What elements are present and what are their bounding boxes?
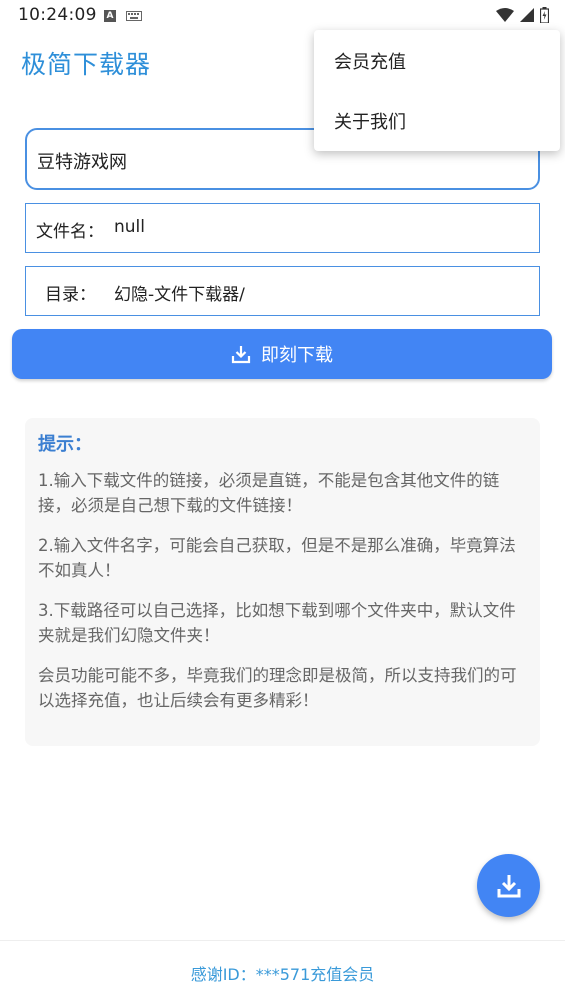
a-notification-icon: A (104, 10, 116, 22)
tips-title: 提示： (38, 434, 92, 455)
download-icon (497, 874, 520, 897)
battery-icon (540, 7, 549, 23)
tip-paragraph: 3.下载路径可以自己选择，比如想下载到哪个文件夹中，默认文件夹就是我们幻隐文件夹… (38, 601, 516, 645)
status-bar: 10:24:09 A (0, 0, 565, 32)
menu-item-about-us[interactable]: 关于我们 (334, 108, 406, 134)
footer-thanks-text: 感谢ID：***571充值会员 (190, 964, 375, 984)
tips-card: 提示： 1.输入下载文件的链接，必须是直链，不能是包含其他文件的链接，必须是自己… (25, 418, 540, 746)
wifi-icon (496, 8, 514, 22)
fab-download-button[interactable] (477, 854, 540, 917)
tip-paragraph: 会员功能可能不多，毕竟我们的理念即是极简，所以支持我们的可以选择充值，也让后续会… (38, 666, 517, 710)
overflow-menu: 会员充值 关于我们 (314, 30, 560, 151)
download-button[interactable]: 即刻下载 (12, 329, 552, 379)
download-button-label: 即刻下载 (261, 345, 333, 366)
tip-paragraph: 1.输入下载文件的链接，必须是直链，不能是包含其他文件的链接，必须是自己想下载的… (38, 471, 500, 515)
footer-bar: 感谢ID：***571充值会员 (0, 940, 565, 1004)
filename-field[interactable]: 文件名： null (25, 203, 540, 253)
keyboard-icon (126, 11, 142, 21)
status-time: 10:24:09 (18, 5, 97, 25)
url-input-value: 豆特游戏网 (37, 152, 127, 173)
filename-label: 文件名： (36, 222, 104, 242)
app-title: 极简下载器 (21, 50, 152, 79)
directory-value: 幻隐-文件下载器/ (114, 285, 245, 305)
menu-item-vip-recharge[interactable]: 会员充值 (334, 48, 406, 74)
filename-value: null (114, 217, 145, 237)
download-icon (231, 346, 251, 364)
status-icons (496, 7, 549, 23)
directory-label: 目录： (45, 285, 96, 305)
tip-paragraph: 2.输入文件名字，可能会自己获取，但是不是那么准确，毕竟算法不如真人！ (38, 536, 516, 580)
signal-icon (520, 8, 534, 22)
directory-field[interactable]: 目录： 幻隐-文件下载器/ (25, 266, 540, 316)
